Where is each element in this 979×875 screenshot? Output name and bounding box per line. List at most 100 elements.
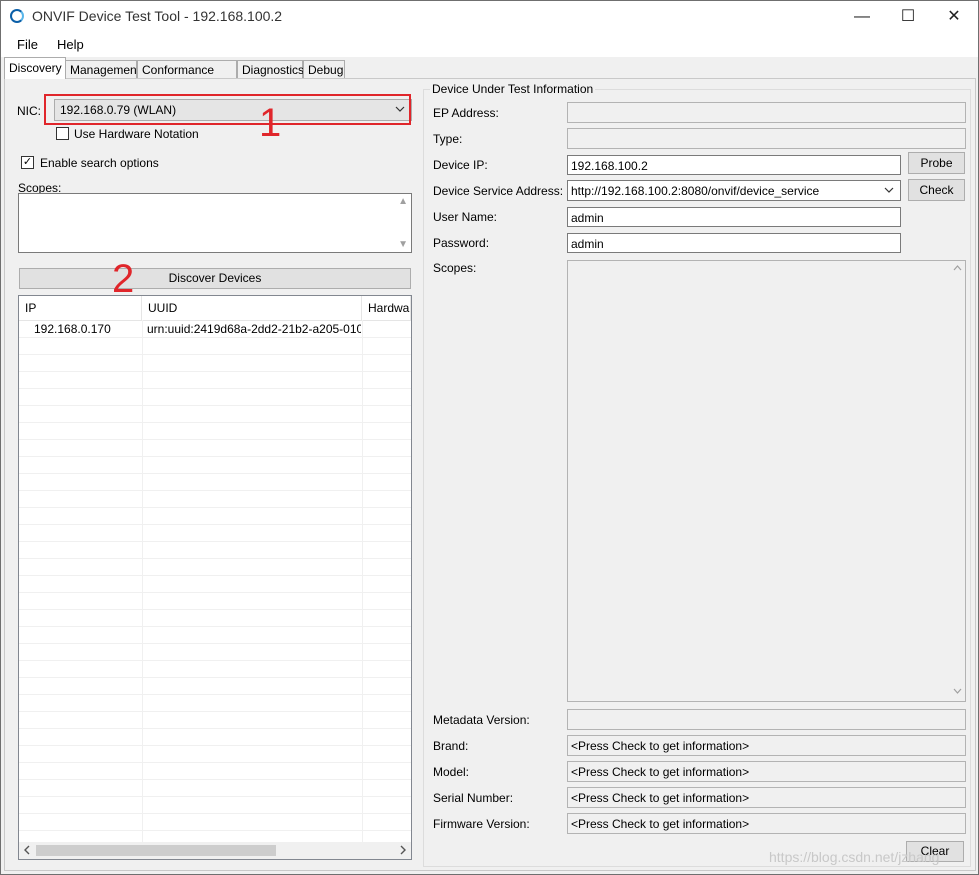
- tab-management[interactable]: Management: [65, 60, 140, 78]
- minimize-button[interactable]: —: [839, 1, 885, 33]
- scroll-left-icon[interactable]: [23, 843, 31, 859]
- window-title: ONVIF Device Test Tool - 192.168.100.2: [32, 8, 283, 24]
- enable-search-label: Enable search options: [40, 156, 159, 170]
- grid-line: [19, 745, 411, 746]
- password-label: Password:: [433, 236, 490, 250]
- group-title: Device Under Test Information: [430, 82, 596, 96]
- cell-uuid: urn:uuid:2419d68a-2dd2-21b2-a205-0102...: [147, 322, 361, 336]
- menu-bar: File Help: [1, 33, 978, 57]
- scroll-down-icon[interactable]: ▼: [398, 239, 408, 250]
- tab-diagnostics[interactable]: Diagnostics: [237, 60, 304, 78]
- type-label: Type:: [433, 132, 463, 146]
- use-hardware-label: Use Hardware Notation: [74, 127, 199, 141]
- type-field: [567, 128, 966, 149]
- scroll-up-icon[interactable]: ▲: [398, 196, 408, 207]
- model-label: Model:: [433, 765, 470, 779]
- menu-file[interactable]: File: [17, 37, 38, 52]
- tab-conformance-test[interactable]: Conformance Test: [137, 60, 237, 95]
- app-window: ONVIF Device Test Tool - 192.168.100.2 —…: [0, 0, 979, 875]
- grid-line: [19, 337, 411, 338]
- grid-line: [19, 762, 411, 763]
- column-hardware[interactable]: Hardware: [362, 296, 411, 320]
- scroll-right-icon[interactable]: [399, 843, 407, 859]
- grid-line: [19, 371, 411, 372]
- annotation-box-1: [44, 94, 411, 125]
- grid-line: [19, 524, 411, 525]
- service-address-value: http://192.168.100.2:8080/onvif/device_s…: [571, 184, 820, 198]
- discovery-tab-page: NIC: 192.168.0.79 (WLAN) 1 Use Hardware …: [4, 78, 976, 871]
- devices-list[interactable]: IP UUID Hardware 192.168.0.170 urn:uuid:…: [18, 295, 412, 860]
- metadata-version-field: [567, 709, 966, 730]
- chevron-down-icon: [884, 182, 894, 201]
- tab-strip: Discovery Management Conformance Test Di…: [1, 57, 978, 95]
- maximize-button[interactable]: ☐: [885, 1, 931, 33]
- annotation-marker-1: 1: [259, 101, 282, 145]
- list-row[interactable]: 192.168.0.170 urn:uuid:2419d68a-2dd2-21b…: [19, 321, 411, 337]
- grid-line: [19, 830, 411, 831]
- grid-line: [19, 694, 411, 695]
- device-ip-input[interactable]: 192.168.100.2: [567, 155, 901, 175]
- service-address-dropdown[interactable]: http://192.168.100.2:8080/onvif/device_s…: [567, 180, 901, 201]
- grid-line: [19, 354, 411, 355]
- grid-line: [19, 558, 411, 559]
- model-field: <Press Check to get information>: [567, 761, 966, 782]
- grid-line: [19, 575, 411, 576]
- grid-line: [19, 609, 411, 610]
- scroll-down-icon[interactable]: [953, 687, 962, 698]
- grid-line: [19, 422, 411, 423]
- grid-line: [19, 490, 411, 491]
- grid-line: [19, 388, 411, 389]
- service-address-label: Device Service Address:: [433, 184, 564, 198]
- check-button[interactable]: Check: [908, 179, 965, 201]
- list-horizontal-scrollbar[interactable]: [19, 842, 411, 859]
- grid-line: [19, 456, 411, 457]
- grid-line: [19, 473, 411, 474]
- firmware-version-field: <Press Check to get information>: [567, 813, 966, 834]
- scopes-input[interactable]: ▲ ▼: [18, 193, 412, 253]
- grid-line: [19, 592, 411, 593]
- list-header: IP UUID Hardware: [19, 296, 411, 321]
- column-uuid[interactable]: UUID: [142, 296, 362, 320]
- firmware-version-label: Firmware Version:: [433, 817, 530, 831]
- username-input[interactable]: admin: [567, 207, 901, 227]
- brand-field: <Press Check to get information>: [567, 735, 966, 756]
- use-hardware-checkbox[interactable]: [56, 127, 69, 140]
- password-input[interactable]: admin: [567, 233, 901, 253]
- probe-button[interactable]: Probe: [908, 152, 965, 174]
- serial-number-label: Serial Number:: [433, 791, 514, 805]
- grid-line: [362, 320, 363, 844]
- grid-line: [19, 728, 411, 729]
- dut-scopes-label: Scopes:: [433, 261, 477, 275]
- scroll-thumb[interactable]: [36, 845, 276, 856]
- watermark: https://blog.csdn.net/jzhang: [769, 849, 940, 865]
- cell-ip: 192.168.0.170: [34, 322, 111, 336]
- tab-debug[interactable]: Debug: [303, 60, 345, 78]
- close-button[interactable]: ✕: [931, 1, 977, 33]
- serial-number-field: <Press Check to get information>: [567, 787, 966, 808]
- column-ip[interactable]: IP: [19, 296, 142, 320]
- grid-line: [19, 439, 411, 440]
- onvif-logo-icon: [10, 9, 24, 23]
- grid-line: [19, 626, 411, 627]
- dut-scopes-field: [567, 260, 966, 702]
- annotation-marker-2: 2: [112, 257, 135, 301]
- grid-line: [19, 711, 411, 712]
- tab-discovery[interactable]: Discovery: [4, 57, 66, 79]
- brand-label: Brand:: [433, 739, 469, 753]
- grid-line: [19, 779, 411, 780]
- menu-help[interactable]: Help: [57, 37, 84, 52]
- grid-line: [19, 643, 411, 644]
- username-label: User Name:: [433, 210, 498, 224]
- grid-line: [19, 813, 411, 814]
- discover-devices-button[interactable]: Discover Devices: [19, 268, 411, 289]
- device-ip-label: Device IP:: [433, 158, 488, 172]
- grid-line: [142, 320, 143, 844]
- grid-line: [19, 796, 411, 797]
- checkmark-icon: ✓: [22, 156, 33, 168]
- title-bar: ONVIF Device Test Tool - 192.168.100.2 —…: [1, 1, 978, 33]
- metadata-version-label: Metadata Version:: [433, 713, 530, 727]
- scroll-up-icon[interactable]: [953, 264, 962, 275]
- grid-line: [19, 660, 411, 661]
- enable-search-checkbox[interactable]: ✓: [21, 156, 34, 169]
- ep-address-field: [567, 102, 966, 123]
